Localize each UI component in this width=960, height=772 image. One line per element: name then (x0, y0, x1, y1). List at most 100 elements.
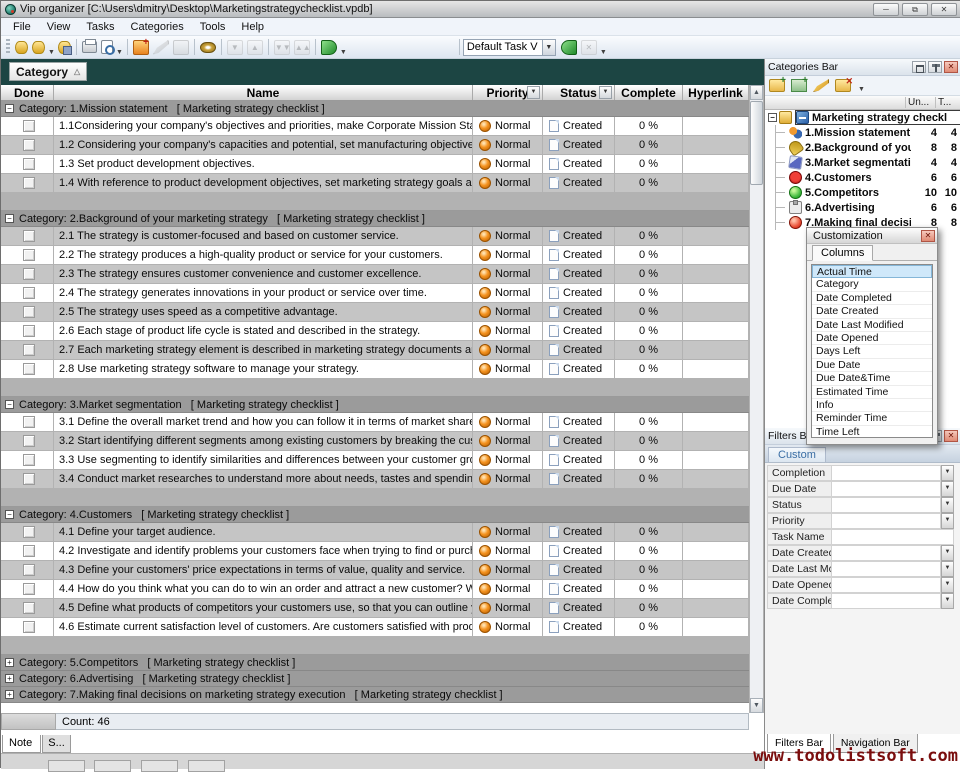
column-option[interactable]: Reminder Time (812, 412, 932, 425)
priority-cell[interactable]: Normal (473, 227, 543, 246)
task-row[interactable]: 2.3 The strategy ensures customer conven… (1, 265, 749, 284)
priority-cell[interactable]: Normal (473, 322, 543, 341)
task-checkbox[interactable] (23, 344, 35, 356)
priority-cell[interactable]: Normal (473, 413, 543, 432)
status-cell[interactable]: Created (543, 303, 615, 322)
filter-value-field[interactable] (832, 561, 941, 577)
scroll-down-icon[interactable]: ▼ (750, 698, 763, 713)
menu-item-tools[interactable]: Tools (192, 20, 234, 34)
task-checkbox[interactable] (23, 545, 35, 557)
new-category-icon[interactable] (769, 79, 785, 92)
print-icon[interactable] (82, 41, 97, 53)
move-up-icon[interactable]: ▲ (247, 40, 263, 55)
task-row[interactable]: 2.8 Use marketing strategy software to m… (1, 360, 749, 379)
task-row[interactable]: 4.1 Define your target audience.NormalCr… (1, 523, 749, 542)
task-name-cell[interactable]: 4.6 Estimate current satisfaction level … (54, 618, 473, 637)
filters-close-icon[interactable]: ✕ (944, 430, 958, 442)
expand-icon[interactable]: + (5, 674, 14, 683)
priority-cell[interactable]: Normal (473, 136, 543, 155)
task-checkbox[interactable] (23, 602, 35, 614)
collapse-icon[interactable]: − (5, 510, 14, 519)
priority-cell[interactable]: Normal (473, 542, 543, 561)
task-name-cell[interactable]: 2.2 The strategy produces a high-quality… (54, 246, 473, 265)
menu-item-view[interactable]: View (39, 20, 79, 34)
task-checkbox[interactable] (23, 454, 35, 466)
note-toolbar-button[interactable] (188, 760, 225, 772)
task-checkbox[interactable] (23, 416, 35, 428)
task-checkbox[interactable] (23, 120, 35, 132)
column-header-complete[interactable]: Complete (615, 85, 683, 100)
column-option[interactable]: Date Opened (812, 332, 932, 345)
panel-close-icon[interactable]: ✕ (944, 61, 958, 73)
columns-tab[interactable]: Columns (812, 245, 873, 261)
task-name-cell[interactable]: 2.1 The strategy is customer-focused and… (54, 227, 473, 246)
column-option[interactable]: Date Last Modified (812, 319, 932, 332)
task-row[interactable]: 2.2 The strategy produces a high-quality… (1, 246, 749, 265)
status-cell[interactable]: Created (543, 341, 615, 360)
priority-cell[interactable]: Normal (473, 303, 543, 322)
view-task-icon[interactable] (200, 42, 216, 53)
task-name-cell[interactable]: 4.2 Investigate and identify problems yo… (54, 542, 473, 561)
close-button[interactable]: ✕ (931, 3, 957, 16)
filter-dropdown-icon[interactable]: ▼ (941, 465, 954, 481)
priority-cell[interactable]: Normal (473, 265, 543, 284)
task-row[interactable]: 3.4 Conduct market researches to underst… (1, 470, 749, 489)
tree-category-row[interactable]: 2.Background of your mar88 (765, 140, 960, 155)
column-option[interactable]: Date Created (812, 305, 932, 318)
filter-dropdown-icon[interactable]: ▼ (941, 497, 954, 513)
move-bottom-icon[interactable]: ▼▼ (274, 40, 290, 55)
task-checkbox[interactable] (23, 564, 35, 576)
tree-category-row[interactable]: 3.Market segmentation44 (765, 155, 960, 170)
task-name-cell[interactable]: 1.3 Set product development objectives. (54, 155, 473, 174)
move-top-icon[interactable]: ▲▲ (294, 40, 310, 55)
filter-value-field[interactable] (832, 513, 941, 529)
task-checkbox[interactable] (23, 526, 35, 538)
task-checkbox[interactable] (23, 177, 35, 189)
category-row[interactable]: −Category: 3.Market segmentation [ Marke… (1, 397, 749, 413)
categories-toolbar-dropdown-icon[interactable]: ▼ (858, 86, 865, 95)
status-cell[interactable]: Created (543, 117, 615, 136)
task-name-cell[interactable]: 3.2 Start identifying different segments… (54, 432, 473, 451)
column-option[interactable]: Estimated Time (812, 386, 932, 399)
task-row[interactable]: 4.2 Investigate and identify problems yo… (1, 542, 749, 561)
tree-category-row[interactable]: 5.Competitors1010 (765, 185, 960, 200)
status-cell[interactable]: Created (543, 174, 615, 193)
filter-dropdown-icon[interactable]: ▼ (941, 577, 954, 593)
filter-dropdown-icon[interactable]: ▼ (941, 545, 954, 561)
filter-dropdown-icon[interactable]: ▼ (941, 593, 954, 609)
status-cell[interactable]: Created (543, 265, 615, 284)
task-name-cell[interactable]: 4.4 How do you think what you can do to … (54, 580, 473, 599)
task-row[interactable]: 2.4 The strategy generates innovations i… (1, 284, 749, 303)
task-name-cell[interactable]: 3.1 Define the overall market trend and … (54, 413, 473, 432)
tree-category-row[interactable]: 1.Mission statement44 (765, 125, 960, 140)
status-filter-button[interactable]: ▼ (599, 86, 612, 99)
tree-root-row[interactable]: −Marketing strategy checkl4646 (765, 110, 960, 125)
task-name-cell[interactable]: 4.3 Define your customers' price expecta… (54, 561, 473, 580)
note-toolbar-button[interactable] (94, 760, 131, 772)
customization-close-icon[interactable]: ✕ (921, 230, 935, 242)
task-row[interactable]: 1.4 With reference to product developmen… (1, 174, 749, 193)
task-checkbox[interactable] (23, 363, 35, 375)
open-database-icon[interactable] (32, 41, 45, 54)
status-cell[interactable]: Created (543, 523, 615, 542)
priority-cell[interactable]: Normal (473, 341, 543, 360)
status-cell[interactable]: Created (543, 618, 615, 637)
column-header-hyperlink[interactable]: Hyperlink (683, 85, 749, 100)
scrollbar-thumb[interactable] (750, 101, 763, 185)
view-mode-dropdown-icon[interactable]: ▼ (340, 49, 347, 58)
undone-column-header[interactable]: Un... (905, 97, 935, 108)
priority-filter-button[interactable]: ▼ (527, 86, 540, 99)
expand-icon[interactable]: + (5, 658, 14, 667)
collapse-icon[interactable]: − (5, 104, 14, 113)
expand-icon[interactable]: + (5, 690, 14, 699)
task-row[interactable]: 3.2 Start identifying different segments… (1, 432, 749, 451)
task-row[interactable]: 2.5 The strategy uses speed as a competi… (1, 303, 749, 322)
filter-value-field[interactable] (832, 465, 941, 481)
category-row[interactable]: +Category: 6.Advertising [ Marketing str… (1, 671, 749, 687)
delete-category-icon[interactable] (835, 79, 851, 92)
selected-tree-item[interactable]: Marketing strategy checkl4646 (795, 110, 960, 125)
task-checkbox[interactable] (23, 139, 35, 151)
view-toolbar-dropdown-icon[interactable]: ▼ (600, 49, 607, 58)
panel-pin-icon[interactable] (928, 61, 942, 73)
column-option[interactable]: Actual Time (812, 265, 932, 278)
